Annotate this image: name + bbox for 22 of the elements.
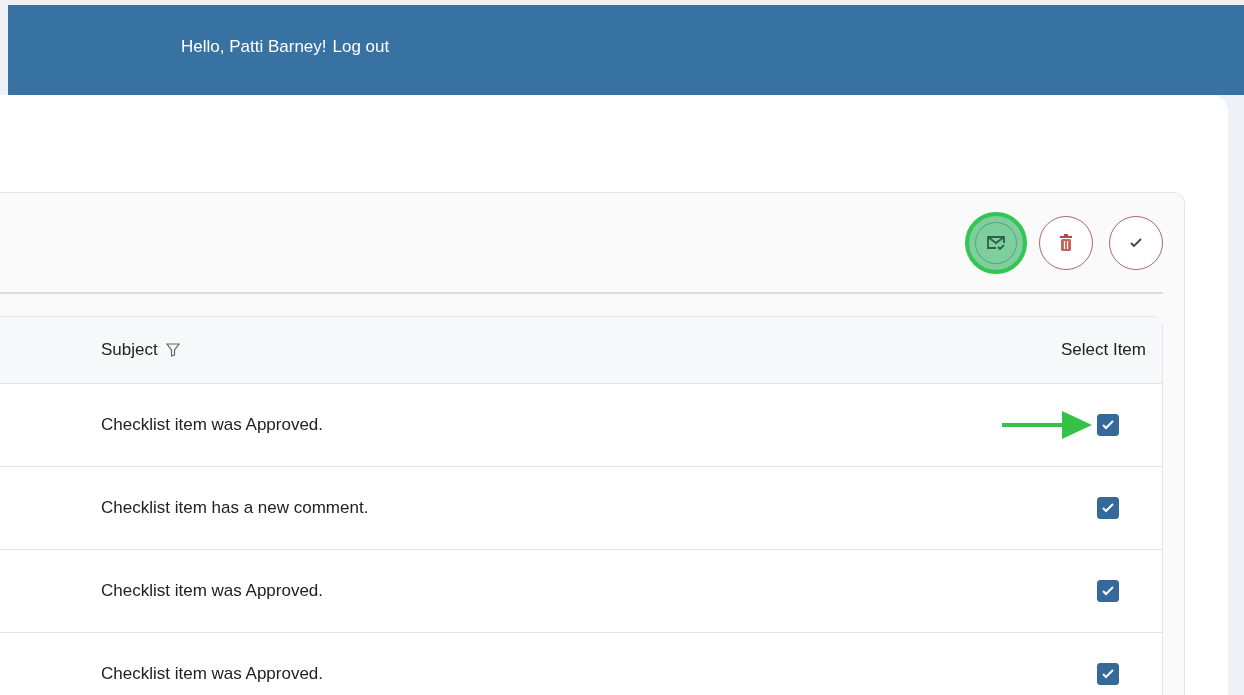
column-header: Select Item — [1060, 340, 1146, 360]
column-header: Subject — [101, 340, 158, 360]
table-cell: Checklist item was Approved. — [101, 664, 324, 684]
filter-icon[interactable] — [165, 343, 180, 357]
check-icon — [1102, 586, 1114, 596]
check-icon — [1102, 503, 1114, 513]
mail-check-icon — [986, 234, 1006, 251]
delete-button[interactable] — [1039, 215, 1093, 270]
checkbox[interactable] — [1097, 663, 1119, 685]
table-cell: Checklist item has a new comment. — [101, 498, 369, 518]
check-icon — [1102, 420, 1114, 430]
table-cell: Checklist item was Approved. — [101, 581, 324, 601]
checkbox[interactable] — [1097, 580, 1119, 602]
greeting-text: Hello, Patti Barney! — [181, 37, 327, 57]
table-cell: Checklist item was Approved. — [101, 415, 324, 435]
check-icon — [1102, 669, 1114, 679]
trash-icon — [1059, 233, 1073, 252]
checkbox[interactable] — [1097, 497, 1119, 519]
check-icon — [1130, 237, 1142, 248]
checkbox[interactable] — [1097, 414, 1119, 436]
check-button[interactable] — [1109, 215, 1163, 270]
logout-link[interactable]: Log out — [332, 37, 390, 57]
